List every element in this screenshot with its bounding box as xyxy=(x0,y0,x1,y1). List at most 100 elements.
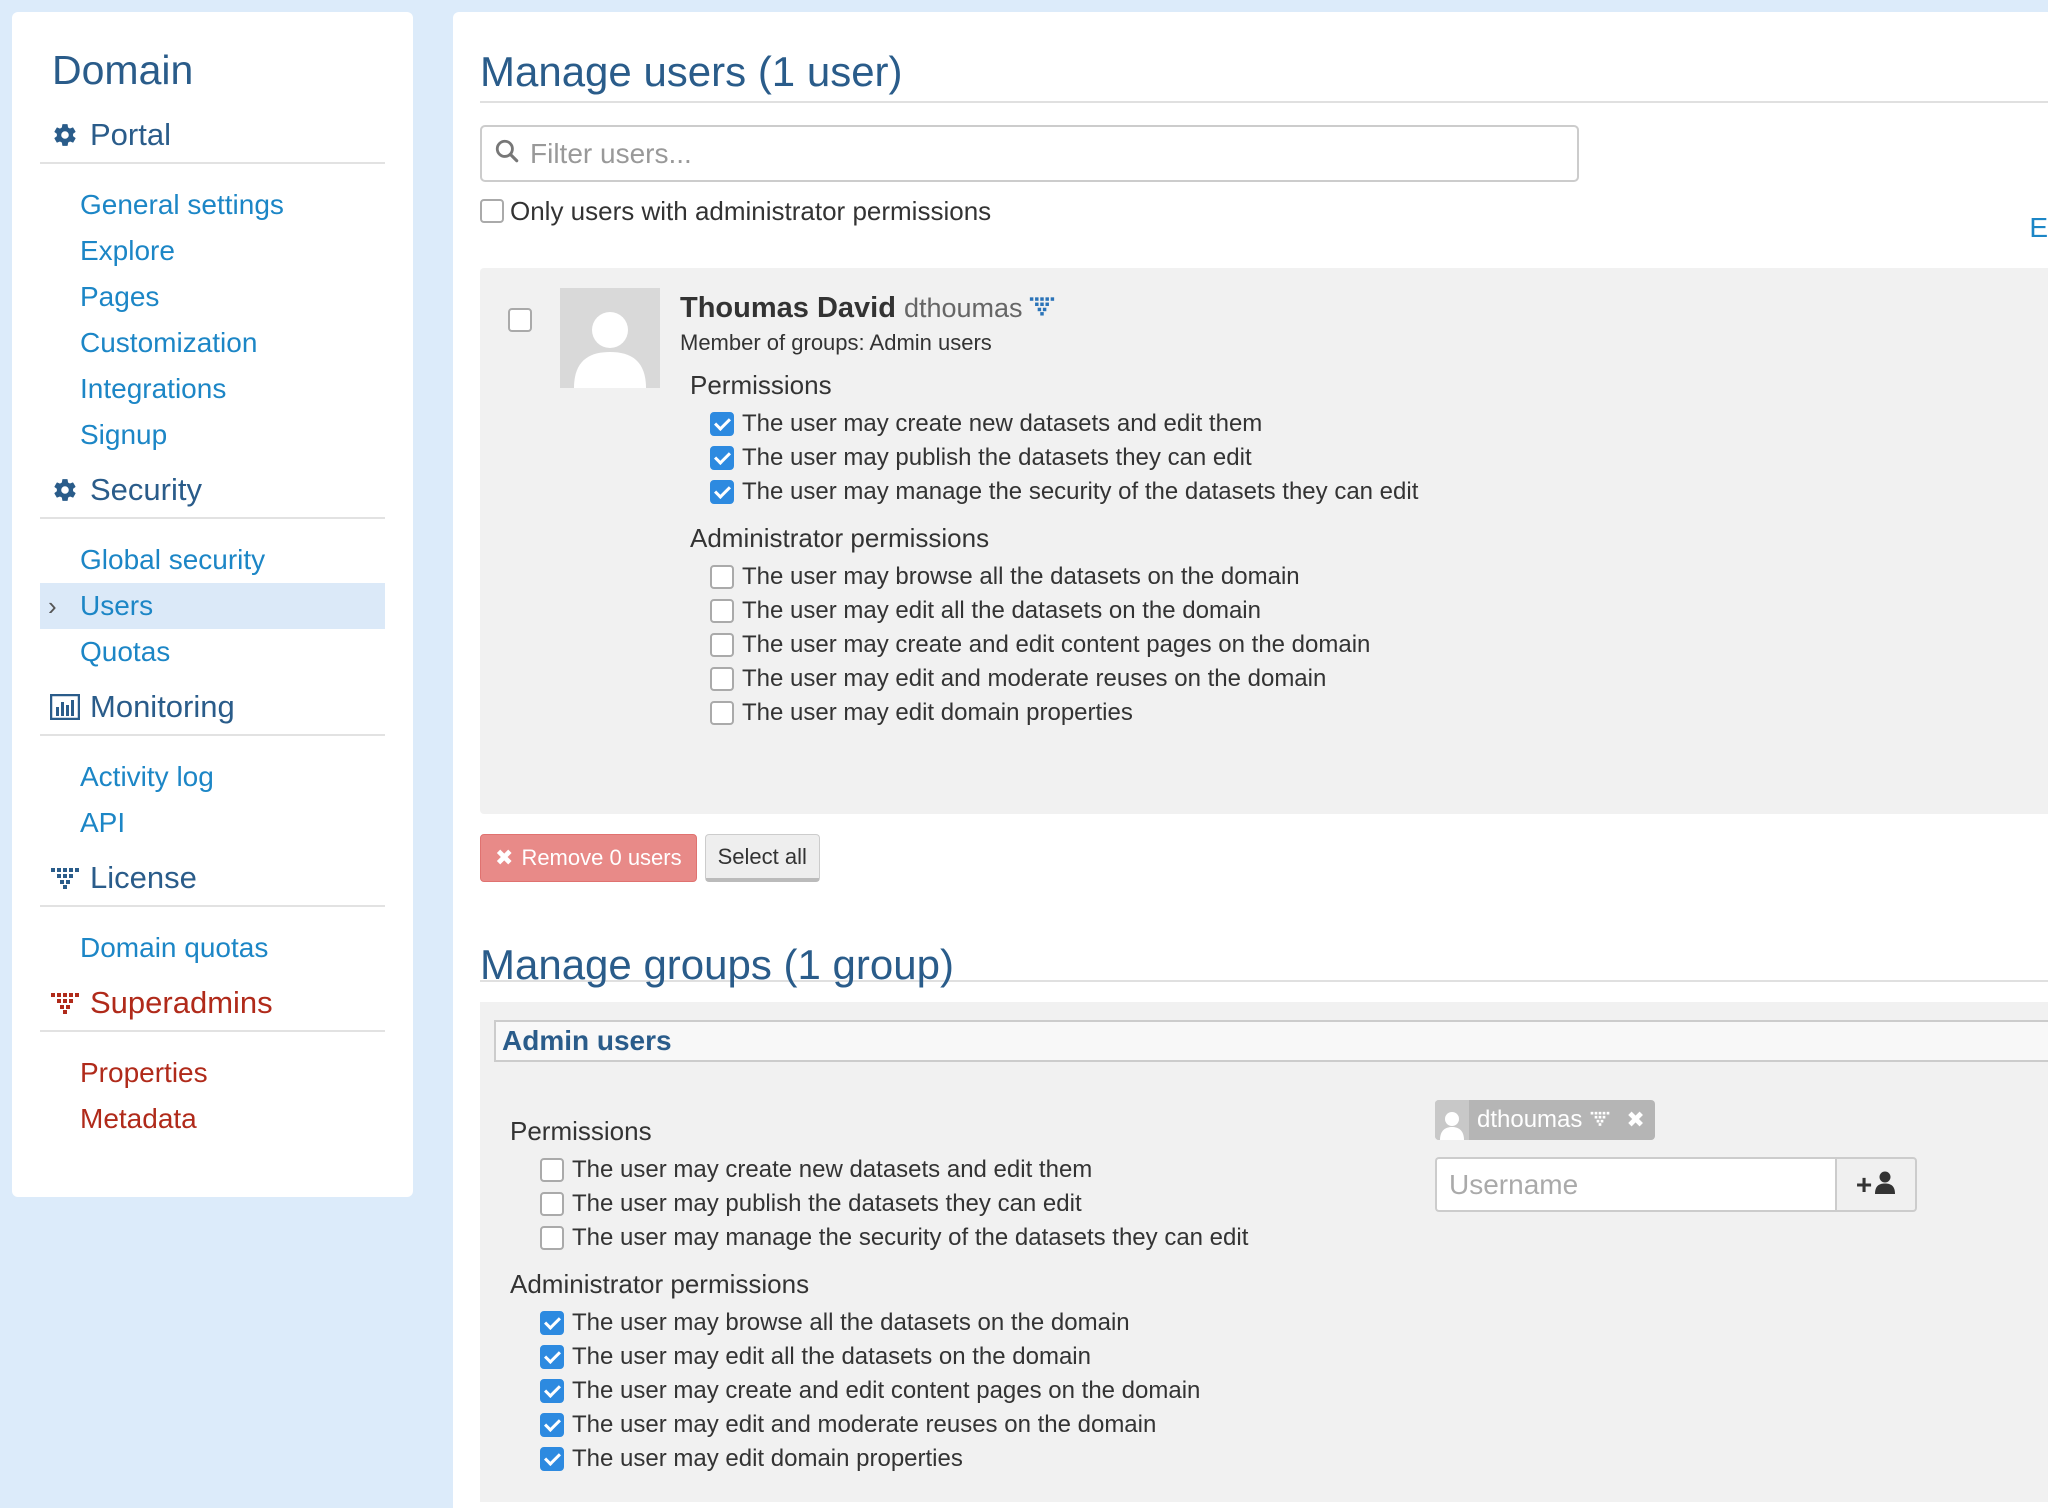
sidebar-item-signup[interactable]: Signup xyxy=(40,412,385,458)
user-card: Thoumas David dthoumas Member of groups:… xyxy=(480,268,2048,814)
chevron-right-icon: › xyxy=(48,591,57,622)
sidebar-item-api[interactable]: API xyxy=(40,800,385,846)
user-select-checkbox[interactable] xyxy=(508,308,532,332)
remove-member-icon[interactable]: ✖ xyxy=(1626,1107,1644,1133)
avatar xyxy=(1435,1100,1469,1140)
permission-checkbox[interactable] xyxy=(710,701,734,725)
sidebar-item-explore[interactable]: Explore xyxy=(40,228,385,274)
sidebar-item-activity-log[interactable]: Activity log xyxy=(40,754,385,800)
permission-row[interactable]: The user may publish the datasets they c… xyxy=(710,441,1418,475)
admin-permission-row[interactable]: The user may edit and moderate reuses on… xyxy=(710,662,1418,696)
admin-permission-row[interactable]: The user may edit all the datasets on th… xyxy=(540,1340,1248,1374)
permission-checkbox[interactable] xyxy=(710,446,734,470)
user-info: Thoumas David dthoumas Member of groups:… xyxy=(680,288,1418,730)
admin-only-filter[interactable]: Only users with administrator permission… xyxy=(480,194,2048,228)
sidebar-item-metadata[interactable]: Metadata xyxy=(40,1096,385,1142)
permission-checkbox[interactable] xyxy=(540,1447,564,1471)
remove-users-label: Remove 0 users xyxy=(521,845,682,870)
permission-label: The user may manage the security of the … xyxy=(742,478,1419,505)
permission-label: The user may create new datasets and edi… xyxy=(742,410,1263,437)
permission-row[interactable]: The user may manage the security of the … xyxy=(710,475,1418,509)
permission-checkbox[interactable] xyxy=(710,480,734,504)
permission-checkbox[interactable] xyxy=(710,412,734,436)
user-groups: Member of groups: Admin users xyxy=(680,330,992,355)
group-name[interactable]: Admin users xyxy=(494,1020,2048,1062)
permissions-title: Permissions xyxy=(510,1116,652,1146)
permission-checkbox[interactable] xyxy=(540,1379,564,1403)
admin-permission-row[interactable]: The user may edit all the datasets on th… xyxy=(710,594,1418,628)
permission-checkbox[interactable] xyxy=(540,1192,564,1216)
sidebar-item-integrations[interactable]: Integrations xyxy=(40,366,385,412)
sidebar-item-pages[interactable]: Pages xyxy=(40,274,385,320)
permission-label: The user may edit all the datasets on th… xyxy=(742,597,1261,624)
select-all-button[interactable]: Select all xyxy=(704,834,820,882)
sidebar-item-label: Users xyxy=(80,590,154,622)
permission-label: The user may browse all the datasets on … xyxy=(572,1309,1130,1336)
sidebar-item-properties[interactable]: Properties xyxy=(40,1050,385,1096)
permission-checkbox[interactable] xyxy=(540,1311,564,1335)
sidebar-list-monitoring: Activity log API xyxy=(40,754,385,846)
permission-row[interactable]: The user may publish the datasets they c… xyxy=(540,1187,1248,1221)
sidebar-section-license: License xyxy=(40,858,385,908)
permission-label: The user may edit and moderate reuses on… xyxy=(572,1411,1157,1438)
permission-row[interactable]: The user may create new datasets and edi… xyxy=(710,407,1418,441)
groups-title: Manage groups (1 group) xyxy=(480,932,2048,986)
sidebar-section-monitoring: Monitoring xyxy=(40,687,385,737)
remove-users-button[interactable]: ✖ Remove 0 users xyxy=(480,834,697,882)
permission-label: The user may edit and moderate reuses on… xyxy=(742,665,1327,692)
filter-users-input[interactable] xyxy=(530,137,1530,170)
permission-row[interactable]: The user may manage the security of the … xyxy=(540,1221,1248,1255)
permission-checkbox[interactable] xyxy=(540,1345,564,1369)
sidebar: Domain Portal General settings Explore P… xyxy=(12,12,413,1197)
license-logo-icon xyxy=(1029,295,1055,322)
cut-off-link[interactable]: E xyxy=(2029,212,2048,244)
close-icon: ✖ xyxy=(495,845,514,870)
group-card: Admin users Permissions The user may cre… xyxy=(480,1002,2048,1502)
sidebar-list-security: Global security › Users Quotas xyxy=(40,537,385,675)
filter-users-field[interactable] xyxy=(480,125,1579,182)
admin-permission-row[interactable]: The user may edit and moderate reuses on… xyxy=(540,1408,1248,1442)
sidebar-section-label: Monitoring xyxy=(90,688,235,724)
license-logo-icon xyxy=(1590,1106,1610,1134)
permission-label: The user may create new datasets and edi… xyxy=(572,1156,1093,1183)
permission-checkbox[interactable] xyxy=(710,599,734,623)
sidebar-item-customization[interactable]: Customization xyxy=(40,320,385,366)
sidebar-title: Domain xyxy=(52,47,194,93)
sidebar-item-domain-quotas[interactable]: Domain quotas xyxy=(40,925,385,971)
permission-checkbox[interactable] xyxy=(710,565,734,589)
main-panel: Manage users (1 user) Only users with ad… xyxy=(453,12,2048,1508)
admin-only-checkbox[interactable] xyxy=(480,199,504,223)
admin-permission-row[interactable]: The user may browse all the datasets on … xyxy=(710,560,1418,594)
sidebar-section-label: Superadmins xyxy=(90,984,273,1020)
sidebar-section-portal: Portal xyxy=(40,115,385,165)
member-tag: dthoumas ✖ xyxy=(1435,1100,1655,1140)
permission-row[interactable]: The user may create new datasets and edi… xyxy=(540,1153,1248,1187)
permission-label: The user may publish the datasets they c… xyxy=(572,1190,1082,1217)
add-user-button[interactable]: + xyxy=(1835,1157,1917,1212)
sidebar-item-general-settings[interactable]: General settings xyxy=(40,182,385,228)
user-full-name: Thoumas David xyxy=(680,291,896,324)
sidebar-list-license: Domain quotas xyxy=(40,925,385,971)
gear-icon xyxy=(50,120,80,150)
sidebar-item-users[interactable]: › Users xyxy=(40,583,385,630)
group-permissions: Permissions The user may create new data… xyxy=(510,1102,1248,1476)
permission-checkbox[interactable] xyxy=(540,1413,564,1437)
permission-checkbox[interactable] xyxy=(710,633,734,657)
admin-permission-row[interactable]: The user may create and edit content pag… xyxy=(540,1374,1248,1408)
sidebar-list-superadmins: Properties Metadata xyxy=(40,1050,385,1142)
group-members: dthoumas ✖ + xyxy=(1435,1100,1917,1212)
admin-permission-row[interactable]: The user may edit domain properties xyxy=(710,696,1418,730)
sidebar-list-portal: General settings Explore Pages Customiza… xyxy=(40,182,385,458)
admin-permission-row[interactable]: The user may edit domain properties xyxy=(540,1442,1248,1476)
admin-permission-row[interactable]: The user may create and edit content pag… xyxy=(710,628,1418,662)
username-input[interactable] xyxy=(1435,1157,1835,1212)
permission-checkbox[interactable] xyxy=(710,667,734,691)
permission-checkbox[interactable] xyxy=(540,1158,564,1182)
sidebar-section-label: Portal xyxy=(90,116,171,152)
permission-checkbox[interactable] xyxy=(540,1226,564,1250)
sidebar-item-global-security[interactable]: Global security xyxy=(40,537,385,583)
search-icon xyxy=(494,138,520,169)
sidebar-item-quotas[interactable]: Quotas xyxy=(40,629,385,675)
admin-permission-row[interactable]: The user may browse all the datasets on … xyxy=(540,1306,1248,1340)
permission-label: The user may create and edit content pag… xyxy=(742,631,1371,658)
